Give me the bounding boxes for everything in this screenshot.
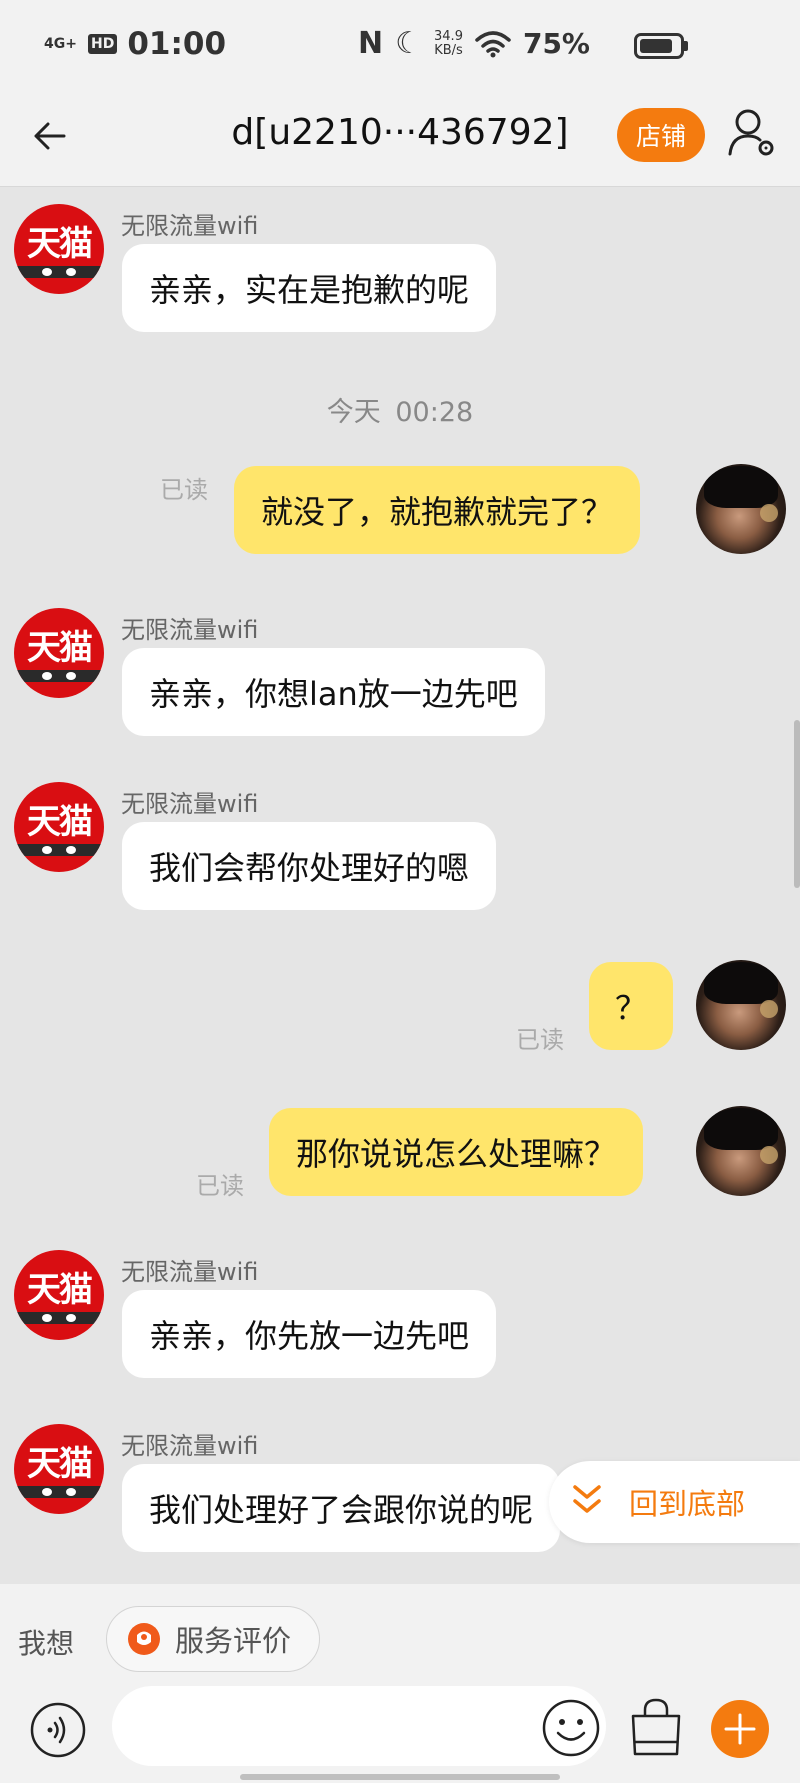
read-receipt: 已读 <box>196 1172 244 1200</box>
user-avatar[interactable] <box>696 1106 786 1196</box>
hd-badge: HD <box>88 34 118 54</box>
quick-reply-label: 我想 <box>18 1627 75 1660</box>
user-avatar[interactable] <box>696 960 786 1050</box>
read-receipt: 已读 <box>516 1026 564 1054</box>
status-bar: 4G+ HD 01:00 N ☾ 34.9 KB/s 75% <box>0 0 800 90</box>
signal-icon: 4G+ <box>44 36 77 52</box>
tmall-logo-text: 天猫 <box>27 224 93 264</box>
service-rating-icon <box>128 1623 160 1655</box>
message-input[interactable] <box>112 1686 606 1766</box>
read-receipt: 已读 <box>160 476 208 504</box>
tmall-avatar[interactable]: 天猫 <box>14 1250 104 1340</box>
wifi-icon <box>475 30 511 57</box>
chat-timestamp: 今天 00:28 <box>326 397 474 428</box>
message-bubble-incoming[interactable]: 我们处理好了会跟你说的呢 <box>122 1464 561 1552</box>
battery-tip <box>684 41 688 51</box>
status-right: N ☾ 34.9 KB/s 75% <box>358 26 590 61</box>
message-bubble-outgoing[interactable]: 就没了，就抱歉就完了？ <box>234 466 641 554</box>
tmall-logo-text: 天猫 <box>27 628 93 668</box>
message-bubble-outgoing[interactable]: 那你说说怎么处理嘛？ <box>269 1108 644 1196</box>
sender-name: 无限流量wifi <box>121 212 259 240</box>
tmall-avatar[interactable]: 天猫 <box>14 782 104 872</box>
message-bubble-outgoing[interactable]: ？ <box>589 962 674 1050</box>
sender-name: 无限流量wifi <box>121 616 259 644</box>
chat-area[interactable]: 天猫 无限流量wifi 亲亲，实在是抱歉的呢 今天 00:28 已读 就没了，就… <box>0 188 800 1584</box>
message-bubble-incoming[interactable]: 我们会帮你处理好的嗯 <box>122 822 497 910</box>
tmall-logo-text: 天猫 <box>27 1270 93 1310</box>
network-speed-value: 34.9 <box>434 28 463 44</box>
status-left: 4G+ HD 01:00 <box>44 26 226 62</box>
chat-title: d[u2210···436792] <box>231 112 569 153</box>
back-arrow-icon[interactable] <box>30 114 74 158</box>
tmall-avatar[interactable]: 天猫 <box>14 608 104 698</box>
sender-name: 无限流量wifi <box>121 790 259 818</box>
message-bubble-incoming[interactable]: 亲亲，实在是抱歉的呢 <box>122 244 497 332</box>
tmall-logo-text: 天猫 <box>27 1444 93 1484</box>
user-avatar[interactable] <box>696 464 786 554</box>
nfc-icon: N <box>358 26 384 61</box>
message-bubble-incoming[interactable]: 亲亲，你先放一边先吧 <box>122 1290 497 1378</box>
plus-icon[interactable] <box>711 1700 769 1758</box>
service-rating-label: 服务评价 <box>175 1624 292 1658</box>
emoji-icon[interactable] <box>541 1698 601 1758</box>
status-time: 01:00 <box>127 26 227 62</box>
sender-name: 无限流量wifi <box>121 1258 259 1286</box>
shopping-bag-icon[interactable] <box>627 1696 685 1758</box>
user-settings-icon[interactable] <box>728 106 778 162</box>
chevron-double-down-icon <box>573 1485 601 1513</box>
home-indicator <box>240 1774 560 1780</box>
battery-icon <box>634 33 684 59</box>
chat-header: d[u2210···436792] 店铺 <box>0 90 800 187</box>
shop-button[interactable]: 店铺 <box>617 108 705 162</box>
battery-percent: 75% <box>522 27 590 60</box>
network-speed: 34.9 KB/s <box>434 28 463 58</box>
tmall-avatar[interactable]: 天猫 <box>14 1424 104 1514</box>
back-to-bottom-label: 回到底部 <box>629 1487 746 1521</box>
voice-icon[interactable] <box>30 1702 86 1758</box>
tmall-avatar[interactable]: 天猫 <box>14 204 104 294</box>
back-to-bottom-button[interactable]: 回到底部 <box>549 1461 800 1543</box>
scrollbar-thumb[interactable] <box>794 720 800 888</box>
tmall-logo-text: 天猫 <box>27 802 93 842</box>
network-speed-unit: KB/s <box>434 42 463 58</box>
do-not-disturb-icon: ☾ <box>395 26 423 61</box>
message-bubble-incoming[interactable]: 亲亲，你想lan放一边先吧 <box>122 648 545 736</box>
input-panel: 我想 服务评价 <box>0 1584 800 1783</box>
sender-name: 无限流量wifi <box>121 1432 259 1460</box>
service-rating-chip[interactable]: 服务评价 <box>106 1606 320 1672</box>
